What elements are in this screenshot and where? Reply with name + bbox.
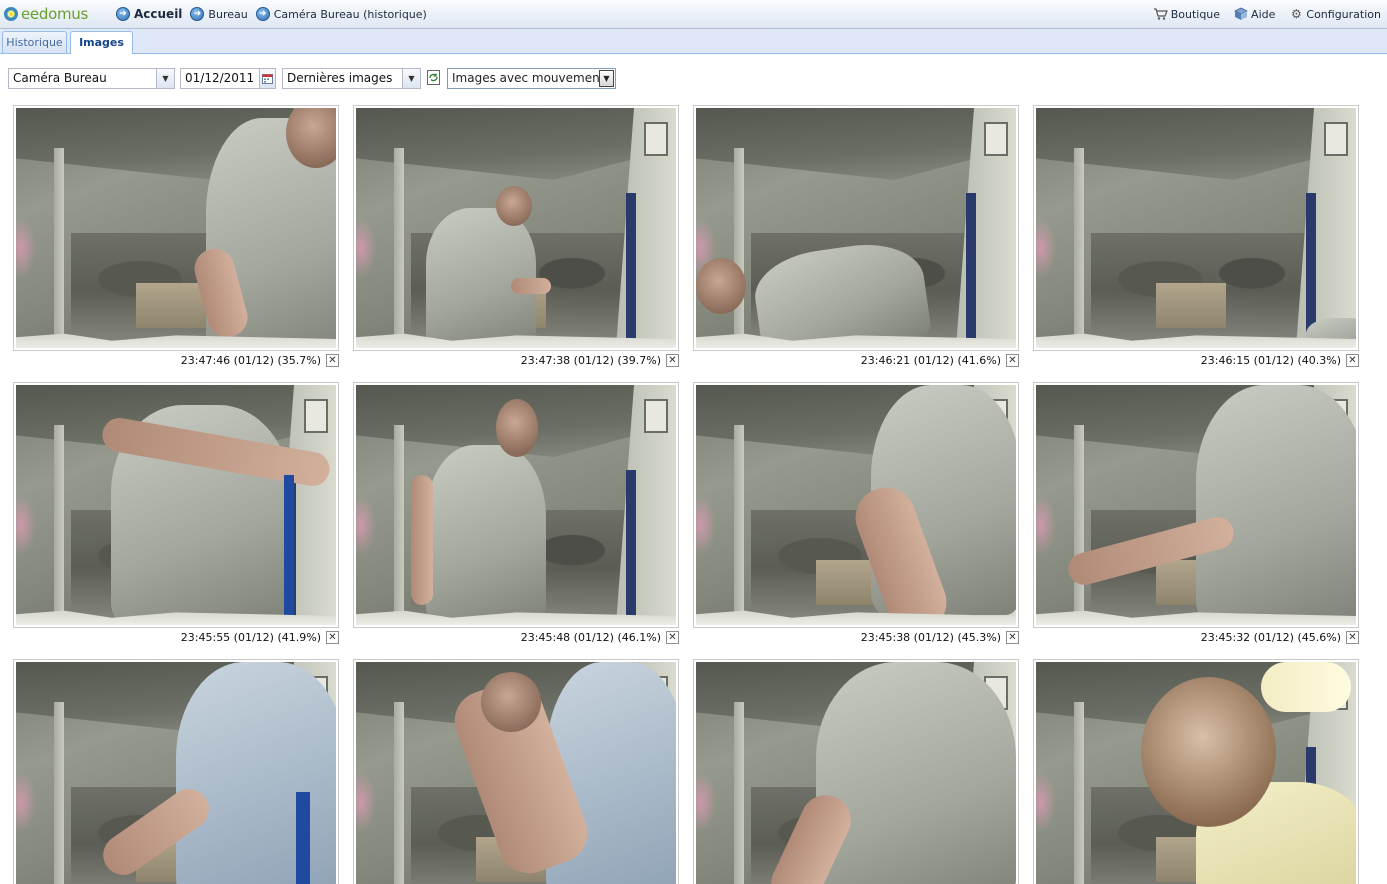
camera-image-thumbnail[interactable] [13, 105, 339, 351]
chevron-down-icon[interactable]: ▼ [402, 69, 420, 88]
image-caption-row: 23:45:38 (01/12) (45.3%) ✕ [693, 630, 1019, 644]
camera-image-thumbnail[interactable] [1033, 659, 1359, 884]
config-label: Configuration [1306, 7, 1381, 21]
tab-historique[interactable]: Historique [2, 31, 67, 53]
calendar-icon[interactable] [259, 69, 275, 88]
image-caption-row: 23:47:46 (01/12) (35.7%) ✕ [13, 353, 339, 367]
camera-image-thumbnail[interactable] [13, 659, 339, 884]
image-timestamp: 23:46:21 (01/12) (41.6%) [860, 353, 1001, 367]
camera-select-value: Caméra Bureau [13, 71, 107, 85]
logo-icon [4, 7, 18, 21]
camera-snapshot [1036, 662, 1356, 884]
help-book-icon [1234, 7, 1248, 21]
breadcrumb-label: Caméra Bureau (historique) [273, 7, 427, 21]
cart-icon [1153, 7, 1168, 21]
camera-image-thumbnail[interactable] [353, 105, 679, 351]
camera-snapshot [356, 108, 676, 348]
image-grid: 23:47:46 (01/12) (35.7%) ✕ 23:47:38 (01/12… [0, 102, 1387, 884]
camera-image-thumbnail[interactable] [13, 382, 339, 628]
camera-image-thumbnail[interactable] [693, 659, 1019, 884]
filter-toolbar: Caméra Bureau ▼ 01/12/2011 Dernières ima… [0, 54, 1387, 102]
camera-image-thumbnail[interactable] [353, 382, 679, 628]
delete-image-icon[interactable]: ✕ [1006, 353, 1019, 367]
breadcrumb-item-bureau[interactable]: ➜ Bureau [190, 7, 248, 21]
breadcrumb-label: Accueil [134, 7, 183, 21]
camera-snapshot [696, 385, 1016, 625]
logo-text: eedomus [21, 5, 88, 23]
delete-image-icon[interactable]: ✕ [326, 353, 339, 367]
camera-snapshot [1036, 385, 1356, 625]
camera-select[interactable]: Caméra Bureau ▼ [8, 68, 175, 89]
image-timestamp: 23:45:32 (01/12) (45.6%) [1200, 630, 1341, 644]
arrow-right-circle-icon: ➜ [255, 7, 270, 21]
camera-snapshot [696, 108, 1016, 348]
breadcrumb-item-camera[interactable]: ➜ Caméra Bureau (historique) [255, 7, 427, 21]
motion-filter-value: Images avec mouvement [452, 71, 605, 85]
delete-image-icon[interactable]: ✕ [326, 630, 339, 644]
right-menu: Boutique Aide ⚙ Configuration [1140, 5, 1381, 23]
camera-snapshot [356, 385, 676, 625]
breadcrumb: ➜ Accueil ➜ Bureau ➜ Caméra Bureau (hist… [116, 5, 435, 23]
chevron-down-icon[interactable]: ▼ [156, 69, 174, 88]
image-timestamp: 23:46:15 (01/12) (40.3%) [1200, 353, 1341, 367]
camera-image-thumbnail[interactable] [693, 105, 1019, 351]
date-field[interactable]: 01/12/2011 [180, 68, 276, 89]
image-caption-row: 23:45:55 (01/12) (41.9%) ✕ [13, 630, 339, 644]
chevron-down-icon[interactable]: ▼ [599, 70, 614, 87]
top-bar: eedomus ➜ Accueil ➜ Bureau ➜ Caméra Bure… [0, 0, 1387, 29]
image-caption-row: 23:47:38 (01/12) (39.7%) ✕ [353, 353, 679, 367]
range-select-value: Dernières images [287, 71, 393, 85]
date-field-value: 01/12/2011 [185, 71, 255, 85]
delete-image-icon[interactable]: ✕ [666, 353, 679, 367]
image-timestamp: 23:47:38 (01/12) (39.7%) [520, 353, 661, 367]
camera-snapshot [16, 108, 336, 348]
refresh-icon[interactable] [426, 68, 441, 87]
image-timestamp: 23:45:48 (01/12) (46.1%) [520, 630, 661, 644]
arrow-right-circle-icon: ➜ [116, 7, 130, 21]
camera-image-thumbnail[interactable] [693, 382, 1019, 628]
image-timestamp: 23:47:46 (01/12) (35.7%) [180, 353, 321, 367]
delete-image-icon[interactable]: ✕ [1346, 353, 1359, 367]
camera-image-thumbnail[interactable] [353, 659, 679, 884]
breadcrumb-item-accueil[interactable]: ➜ Accueil [116, 7, 182, 21]
shop-link[interactable]: Boutique [1153, 7, 1221, 21]
camera-image-thumbnail[interactable] [1033, 382, 1359, 628]
range-select[interactable]: Dernières images ▼ [282, 68, 421, 89]
camera-image-thumbnail[interactable] [1033, 105, 1359, 351]
camera-snapshot [1036, 108, 1356, 348]
breadcrumb-label: Bureau [208, 7, 248, 21]
help-link[interactable]: Aide [1234, 7, 1275, 21]
delete-image-icon[interactable]: ✕ [1006, 630, 1019, 644]
delete-image-icon[interactable]: ✕ [666, 630, 679, 644]
image-timestamp: 23:45:38 (01/12) (45.3%) [860, 630, 1001, 644]
camera-snapshot [696, 662, 1016, 884]
shop-label: Boutique [1170, 7, 1221, 21]
app-logo[interactable]: eedomus [4, 4, 88, 24]
arrow-right-circle-icon: ➜ [190, 7, 205, 21]
image-caption-row: 23:46:21 (01/12) (41.6%) ✕ [693, 353, 1019, 367]
tab-images[interactable]: Images [70, 31, 133, 54]
config-link[interactable]: ⚙ Configuration [1289, 7, 1381, 21]
delete-image-icon[interactable]: ✕ [1346, 630, 1359, 644]
camera-snapshot [16, 385, 336, 625]
gear-icon: ⚙ [1291, 7, 1302, 21]
image-timestamp: 23:45:55 (01/12) (41.9%) [180, 630, 321, 644]
motion-filter-select[interactable]: Images avec mouvement ▼ [447, 68, 616, 89]
image-caption-row: 23:45:32 (01/12) (45.6%) ✕ [1033, 630, 1359, 644]
camera-snapshot [16, 662, 336, 884]
help-label: Aide [1251, 7, 1276, 21]
camera-snapshot [356, 662, 676, 884]
tab-bar: Historique Images [0, 29, 1387, 54]
image-caption-row: 23:46:15 (01/12) (40.3%) ✕ [1033, 353, 1359, 367]
image-caption-row: 23:45:48 (01/12) (46.1%) ✕ [353, 630, 679, 644]
